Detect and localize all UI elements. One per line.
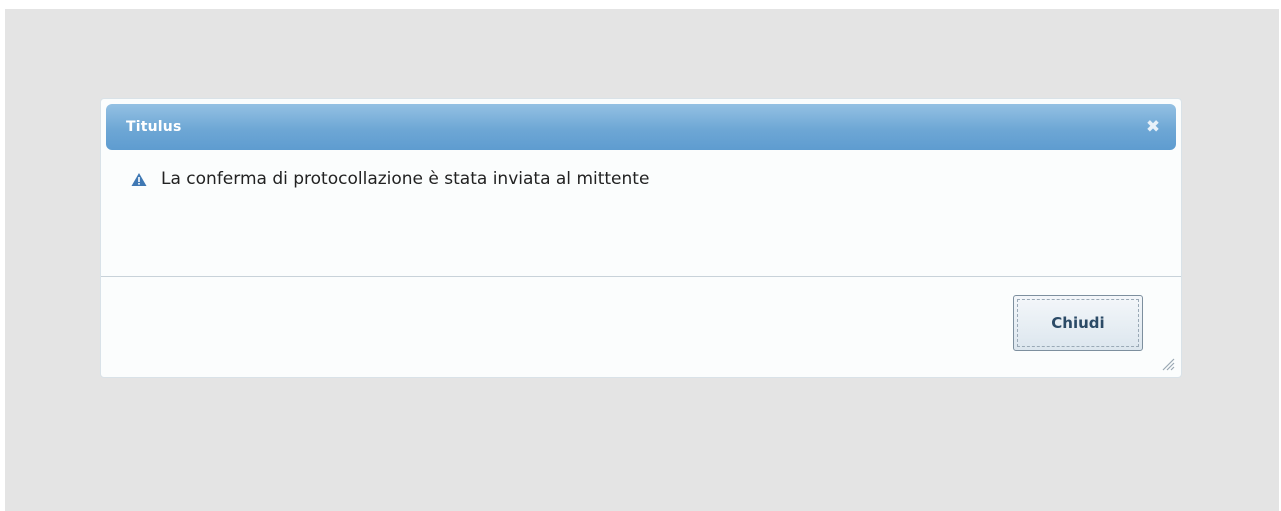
resize-grip-icon[interactable] <box>1161 357 1175 371</box>
dialog-titlebar[interactable]: Titulus ✖ <box>106 104 1176 150</box>
dialog: Titulus ✖ La conferma di protocollazione… <box>100 98 1182 378</box>
close-icon[interactable]: ✖ <box>1144 118 1162 136</box>
message-text: La conferma di protocollazione è stata i… <box>161 169 650 189</box>
footer-divider <box>101 276 1181 277</box>
warning-icon <box>131 172 147 186</box>
dialog-message: La conferma di protocollazione è stata i… <box>131 169 649 189</box>
close-button[interactable]: Chiudi <box>1013 295 1143 351</box>
close-button-label: Chiudi <box>1017 299 1139 347</box>
dialog-title: Titulus <box>126 119 182 135</box>
